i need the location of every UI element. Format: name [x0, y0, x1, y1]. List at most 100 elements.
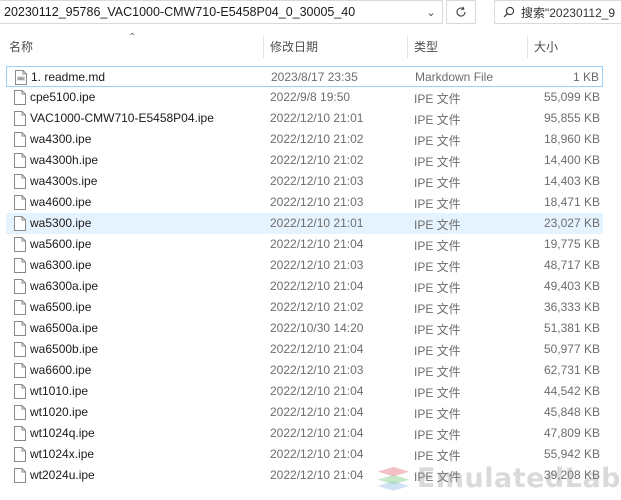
- file-row[interactable]: wa6600.ipe 2022/12/10 21:03 IPE 文件 62,731 K…: [6, 360, 603, 381]
- file-icon: [14, 342, 26, 357]
- file-icon: [14, 279, 26, 294]
- file-type: IPE 文件: [414, 218, 461, 232]
- file-date: 2022/12/10 21:02: [270, 132, 364, 146]
- file-name: wa6300.ipe: [30, 258, 92, 272]
- column-divider[interactable]: [527, 36, 528, 58]
- file-type: IPE 文件: [414, 239, 461, 253]
- file-size: 50,977 KB: [543, 342, 600, 356]
- file-row[interactable]: wa4300h.ipe 2022/12/10 21:02 IPE 文件 14,400 …: [6, 150, 603, 171]
- file-type: IPE 文件: [414, 449, 461, 463]
- file-date: 2022/12/10 21:01: [270, 216, 364, 230]
- file-row[interactable]: wa6500b.ipe 2022/12/10 21:04 IPE 文件 50,977 …: [6, 339, 603, 360]
- file-type: IPE 文件: [414, 176, 461, 190]
- file-icon: [14, 258, 26, 273]
- file-row[interactable]: wa5600.ipe 2022/12/10 21:04 IPE 文件 19,775 K…: [6, 234, 603, 255]
- chevron-down-icon[interactable]: ⌄: [422, 3, 440, 21]
- file-date: 2022/12/10 21:04: [270, 237, 364, 251]
- file-icon: [14, 321, 26, 336]
- file-icon: [14, 174, 26, 189]
- file-icon: [14, 237, 26, 252]
- file-row[interactable]: wt1010.ipe 2022/12/10 21:04 IPE 文件 44,542 K…: [6, 381, 603, 402]
- file-row[interactable]: wa6500a.ipe 2022/10/30 14:20 IPE 文件 51,381 …: [6, 318, 603, 339]
- file-size: 49,403 KB: [543, 279, 600, 293]
- column-size[interactable]: 大小: [534, 32, 614, 60]
- file-row[interactable]: cpe5100.ipe 2022/9/8 19:50 IPE 文件 55,099 KB: [6, 87, 603, 108]
- search-box[interactable]: 搜索"20230112_9: [494, 0, 621, 24]
- column-type[interactable]: 类型: [414, 32, 524, 60]
- file-type: IPE 文件: [414, 470, 461, 484]
- file-icon: [14, 468, 26, 483]
- file-name: wt2024u.ipe: [30, 468, 95, 482]
- column-size-label: 大小: [534, 39, 559, 54]
- file-row[interactable]: wa6300a.ipe 2022/12/10 21:04 IPE 文件 49,403 …: [6, 276, 603, 297]
- file-row[interactable]: wa6300.ipe 2022/12/10 21:03 IPE 文件 48,717 K…: [6, 255, 603, 276]
- search-placeholder: 搜索"20230112_9: [521, 5, 616, 20]
- file-name: wt1024x.ipe: [30, 447, 95, 461]
- file-name: wa4600.ipe: [30, 195, 92, 209]
- file-size: 23,027 KB: [543, 216, 600, 230]
- file-row[interactable]: wt1024q.ipe 2022/12/10 21:04 IPE 文件 47,809 …: [6, 423, 603, 444]
- file-name: wa4300h.ipe: [30, 153, 99, 167]
- file-row[interactable]: wt1024x.ipe 2022/12/10 21:04 IPE 文件 55,942 …: [6, 444, 603, 465]
- file-date: 2022/12/10 21:04: [270, 468, 364, 482]
- file-icon: [14, 363, 26, 378]
- column-header: 名称 修改日期 类型 大小: [0, 32, 621, 60]
- file-row[interactable]: wt1020.ipe 2022/12/10 21:04 IPE 文件 45,848 K…: [6, 402, 603, 423]
- file-size: 36,333 KB: [543, 300, 600, 314]
- column-divider[interactable]: [407, 36, 408, 58]
- file-date: 2022/12/10 21:02: [270, 300, 364, 314]
- column-divider[interactable]: [263, 36, 264, 58]
- file-row[interactable]: VAC1000-CMW710-E5458P04.ipe 2022/12/10 21…: [6, 108, 603, 129]
- file-name: wa6500b.ipe: [30, 342, 99, 356]
- file-name: wa5300.ipe: [30, 216, 92, 230]
- column-date[interactable]: 修改日期: [270, 32, 405, 60]
- file-name: wa5600.ipe: [30, 237, 92, 251]
- file-type: IPE 文件: [414, 113, 461, 127]
- column-date-label: 修改日期: [270, 39, 319, 54]
- file-row[interactable]: wt2024u.ipe 2022/12/10 21:04 IPE 文件 39,208 …: [6, 465, 603, 486]
- file-row[interactable]: wa5300.ipe 2022/12/10 21:01 IPE 文件 23,027 K…: [6, 213, 603, 234]
- file-name: wa4300.ipe: [30, 132, 92, 146]
- column-type-label: 类型: [414, 39, 439, 54]
- file-date: 2022/12/10 21:03: [270, 174, 364, 188]
- file-type: IPE 文件: [414, 407, 461, 421]
- file-row[interactable]: wa4300.ipe 2022/12/10 21:02 IPE 文件 18,960 K…: [6, 129, 603, 150]
- file-date: 2022/9/8 19:50: [270, 90, 351, 104]
- file-name: cpe5100.ipe: [30, 90, 96, 104]
- file-row[interactable]: wa4600.ipe 2022/12/10 21:03 IPE 文件 18,471 K…: [6, 192, 603, 213]
- file-size: 14,403 KB: [543, 174, 600, 188]
- file-date: 2022/12/10 21:01: [270, 111, 364, 125]
- refresh-icon: [456, 6, 466, 17]
- file-size: 14,400 KB: [543, 153, 600, 167]
- file-date: 2022/12/10 21:04: [270, 447, 364, 461]
- address-path: 20230112_95786_VAC1000-CMW710-E5458P04_0…: [4, 5, 356, 19]
- file-name: wa6600.ipe: [30, 363, 92, 377]
- file-type: IPE 文件: [414, 365, 461, 379]
- file-type: IPE 文件: [414, 197, 461, 211]
- file-row[interactable]: MD 1. readme.md 2023/8/17 23:35 Markdown Fi…: [6, 66, 603, 87]
- file-name: VAC1000-CMW710-E5458P04.ipe: [30, 111, 214, 125]
- markdown-file-icon: MD: [15, 70, 27, 85]
- refresh-button[interactable]: [446, 0, 476, 24]
- file-row[interactable]: wa4300s.ipe 2022/12/10 21:03 IPE 文件 14,403 …: [6, 171, 603, 192]
- address-bar[interactable]: 20230112_95786_VAC1000-CMW710-E5458P04_0…: [0, 0, 443, 24]
- file-size: 48,717 KB: [543, 258, 600, 272]
- file-date: 2022/12/10 21:04: [270, 342, 364, 356]
- file-size: 55,099 KB: [543, 90, 600, 104]
- file-type: IPE 文件: [414, 302, 461, 316]
- file-date: 2022/12/10 21:04: [270, 384, 364, 398]
- file-type: IPE 文件: [414, 155, 461, 169]
- file-name: wt1010.ipe: [30, 384, 89, 398]
- file-date: 2022/12/10 21:03: [270, 258, 364, 272]
- file-type: IPE 文件: [414, 323, 461, 337]
- file-date: 2022/12/10 21:02: [270, 153, 364, 167]
- file-size: 18,960 KB: [543, 132, 600, 146]
- svg-text:MD: MD: [18, 77, 24, 81]
- file-row[interactable]: wa6500.ipe 2022/12/10 21:02 IPE 文件 36,333 K…: [6, 297, 603, 318]
- file-type: IPE 文件: [414, 260, 461, 274]
- toolbar: 20230112_95786_VAC1000-CMW710-E5458P04_0…: [0, 0, 621, 26]
- file-icon: [14, 90, 26, 105]
- file-size: 19,775 KB: [543, 237, 600, 251]
- file-type: IPE 文件: [414, 281, 461, 295]
- file-name: wa6500.ipe: [30, 300, 92, 314]
